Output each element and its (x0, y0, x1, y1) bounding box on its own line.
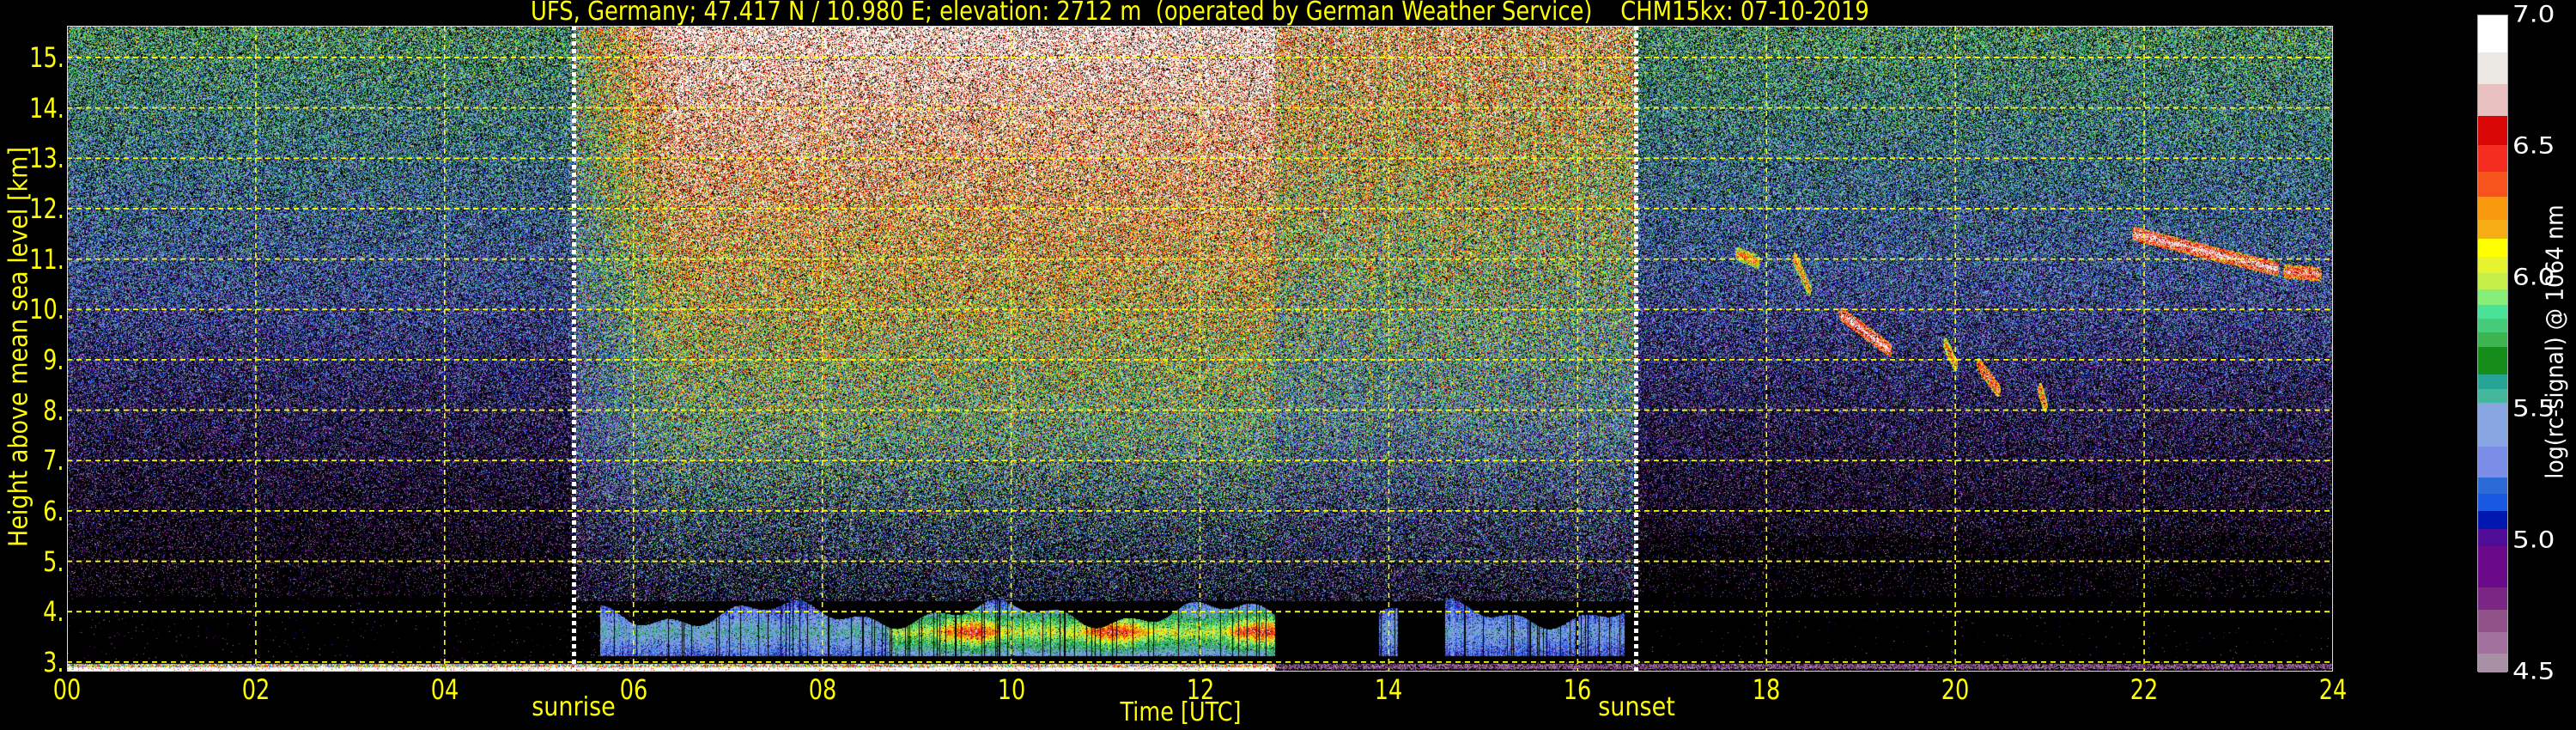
x-tick-label: 10 (997, 673, 1025, 706)
x-tick-label: 02 (241, 673, 270, 706)
x-tick-label: 18 (1752, 673, 1781, 706)
colorbar-segment (2478, 528, 2507, 547)
x-tick-label: 16 (1564, 673, 1592, 706)
colorbar-segment (2478, 494, 2507, 511)
colorbar-segment (2478, 196, 2507, 221)
colorbar-segment (2478, 610, 2507, 633)
y-tick-label: 3. (43, 645, 64, 678)
y-tick-label: 14. (29, 91, 64, 125)
colorbar-segment (2478, 478, 2507, 495)
x-tick-label: 08 (808, 673, 836, 706)
colorbar-segment (2478, 172, 2507, 198)
x-tick-label: 24 (2318, 673, 2348, 706)
colorbar-segment (2478, 318, 2507, 333)
colorbar-segment (2478, 653, 2507, 673)
colorbar-segment (2478, 115, 2507, 146)
colorbar-segment (2478, 272, 2507, 290)
y-tick-label: 12. (29, 192, 64, 225)
y-tick-label: 10. (29, 293, 64, 326)
colorbar (2477, 15, 2508, 673)
colorbar-segment (2478, 546, 2507, 588)
plot-area (67, 26, 2333, 672)
colorbar-segment (2478, 144, 2507, 173)
x-tick-label: 22 (2129, 673, 2159, 706)
colorbar-label: log(rc-signal) @ 1064 nm (2540, 204, 2569, 479)
colorbar-segment (2478, 446, 2507, 478)
colorbar-segment (2478, 403, 2507, 447)
colorbar-segment (2478, 510, 2507, 530)
x-tick-label: 04 (430, 673, 459, 706)
colorbar-tick-label: 5.5 (2512, 395, 2555, 423)
colorbar-tick-label: 6.0 (2512, 264, 2555, 291)
colorbar-segment (2478, 304, 2507, 319)
colorbar-tick-label: 7.0 (2512, 1, 2555, 28)
marker-label-sunrise: sunrise (532, 692, 617, 722)
y-tick-label: 15. (29, 40, 64, 74)
y-tick-label: 5. (43, 544, 64, 578)
y-tick-label: 6. (43, 494, 64, 527)
colorbar-segment (2478, 289, 2507, 306)
colorbar-segment (2478, 346, 2507, 375)
y-tick-label: 4. (43, 595, 64, 629)
colorbar-segment (2478, 632, 2507, 654)
colorbar-segment (2478, 256, 2507, 274)
colorbar-segment (2478, 84, 2507, 117)
colorbar-segment (2478, 389, 2507, 404)
colorbar-tick-label: 4.5 (2512, 658, 2555, 685)
colorbar-segment (2478, 332, 2507, 348)
x-tick-label: 12 (1186, 673, 1214, 706)
colorbar-tick-label: 6.5 (2512, 132, 2555, 160)
colorbar-segment (2478, 587, 2507, 611)
x-tick-label: 06 (619, 673, 648, 706)
y-tick-label: 8. (43, 393, 64, 427)
colorbar-segment (2478, 239, 2507, 258)
colorbar-segment (2478, 52, 2507, 85)
colorbar-segment (2478, 374, 2507, 390)
colorbar-tick-label: 5.0 (2512, 526, 2555, 554)
chart-title: UFS, Germany; 47.417 N / 10.980 E; eleva… (531, 0, 1869, 27)
y-tick-label: 7. (43, 444, 64, 478)
x-axis-label: Time [UTC] (1120, 697, 1242, 727)
marker-label-sunset: sunset (1597, 692, 1675, 722)
y-tick-label: 13. (29, 142, 64, 175)
y-tick-label: 9. (43, 343, 64, 376)
colorbar-segment (2478, 219, 2507, 240)
x-tick-label: 14 (1375, 673, 1403, 706)
colorbar-segment (2478, 15, 2507, 53)
x-tick-label: 20 (1941, 673, 1970, 706)
grid-overlay (67, 26, 2333, 672)
y-tick-label: 11. (29, 242, 64, 276)
